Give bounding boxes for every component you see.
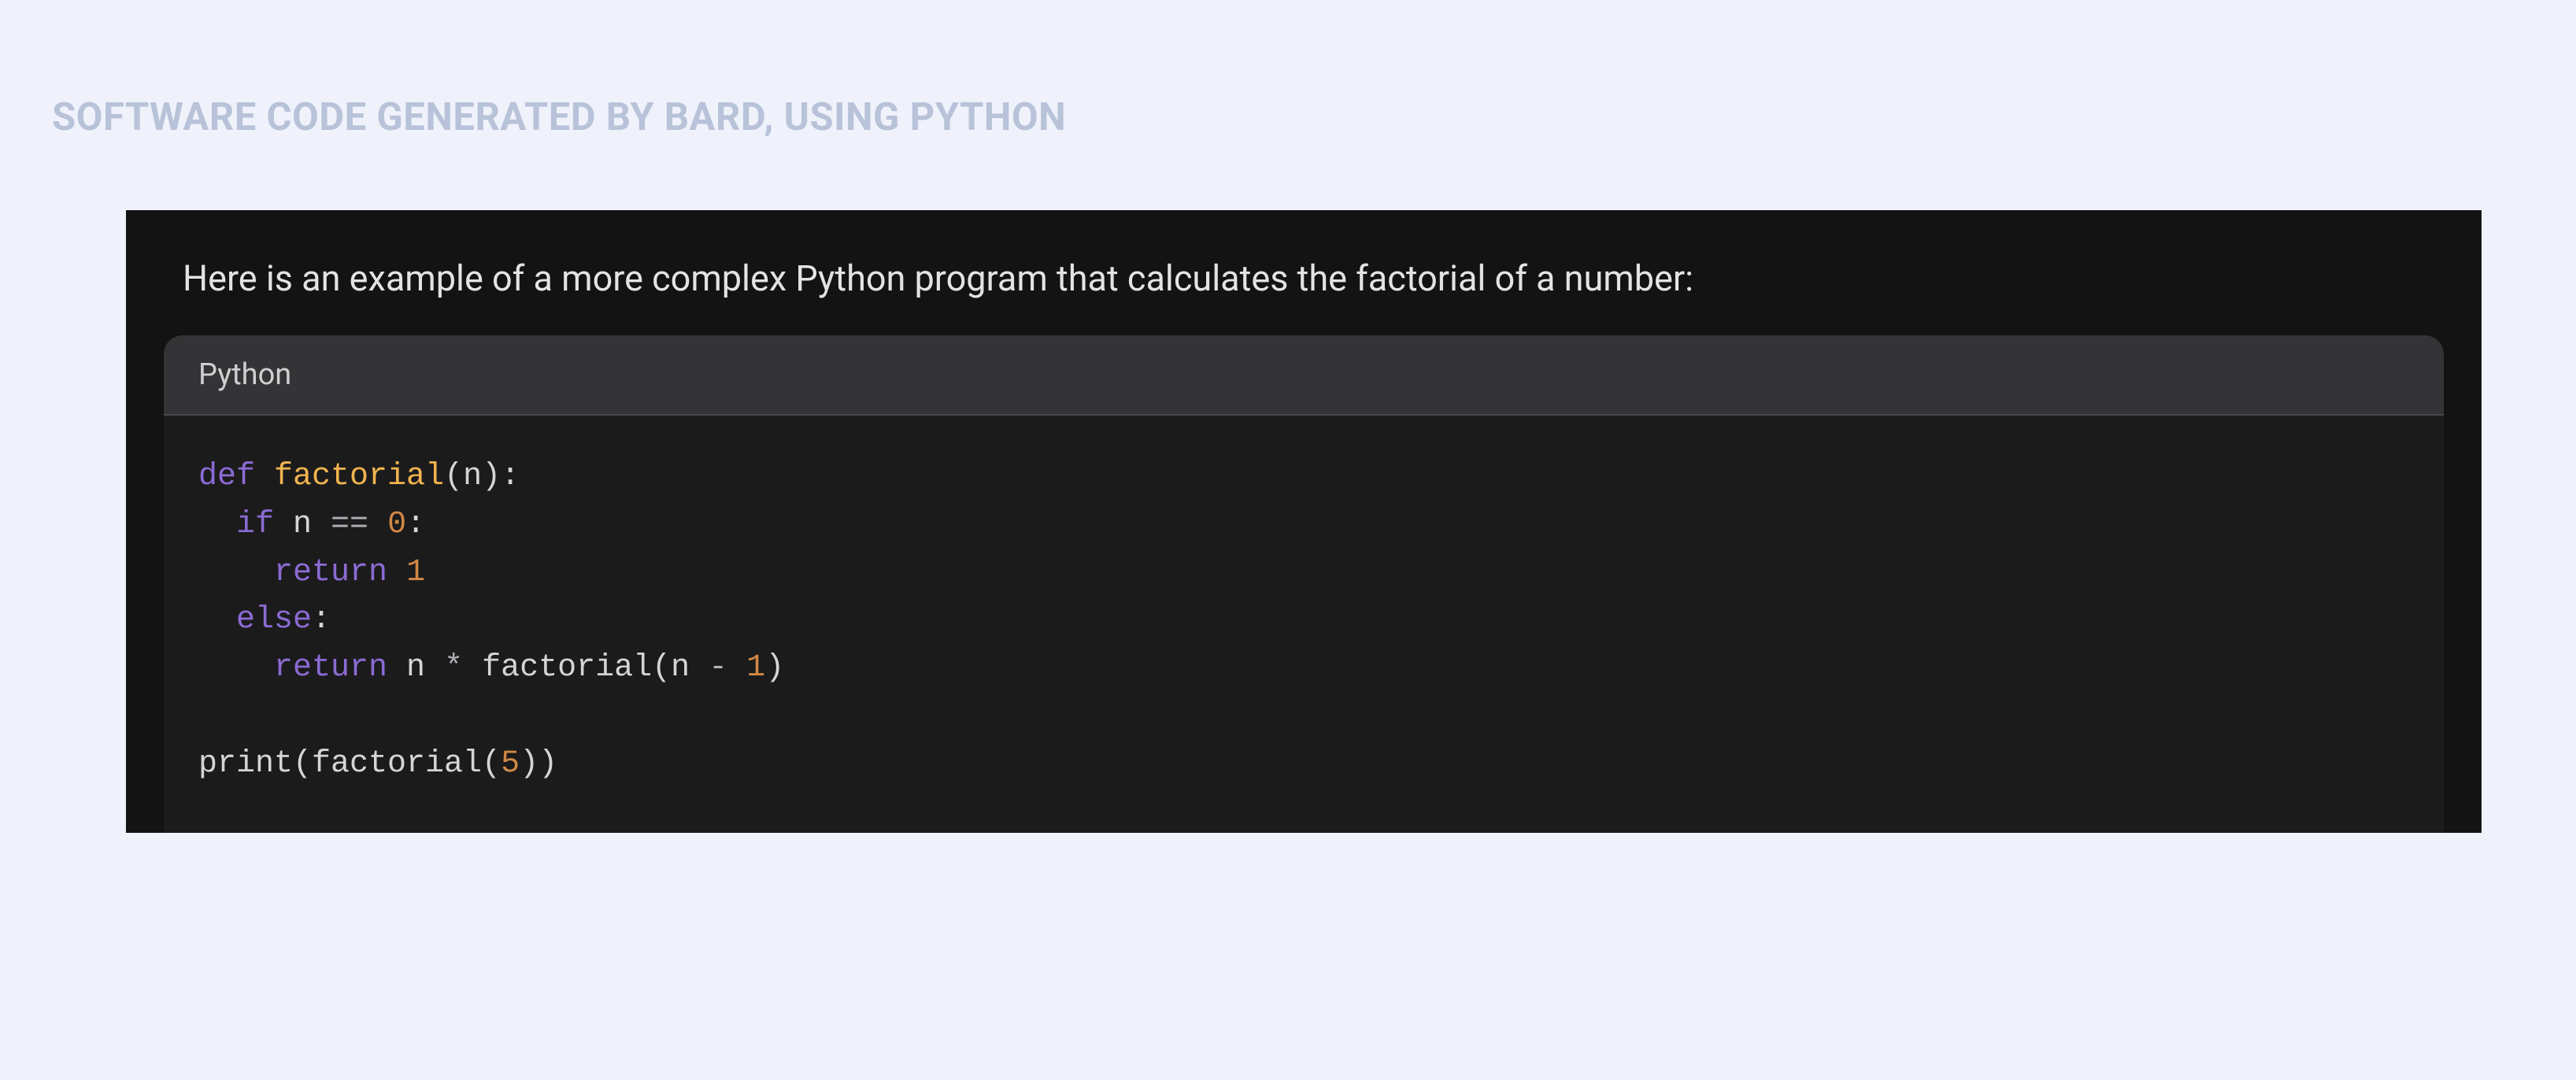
code-token: )) [520,746,557,782]
code-token: factorial(n [463,650,709,686]
code-token [368,507,387,542]
code-token: n [274,507,331,542]
code-token: - [709,650,727,686]
code-token: factorial [274,459,444,494]
code-token [255,459,274,494]
code-token: 1 [746,650,765,686]
code-token: (n): [444,459,520,494]
code-token: ) [765,650,784,686]
code-token: == [331,507,368,542]
chat-intro-text: Here is an example of a more complex Pyt… [126,257,2482,335]
code-language-label: Python [164,335,2444,416]
code-token [727,650,746,686]
code-token: : [406,507,425,542]
code-body: def factorial(n): if n == 0: return 1 el… [164,416,2444,833]
code-token [198,602,236,638]
section-heading: SOFTWARE CODE GENERATED BY BARD, USING P… [52,94,2482,139]
code-token: n [387,650,444,686]
code-token: return [274,650,387,686]
code-token: : [312,602,331,638]
code-token: return [274,555,387,590]
code-token [198,650,274,686]
code-token: else [236,602,312,638]
code-block: Python def factorial(n): if n == 0: retu… [164,335,2444,833]
code-token [198,507,236,542]
screenshot-container: Here is an example of a more complex Pyt… [126,210,2482,833]
code-token: 0 [387,507,406,542]
code-token [387,555,406,590]
code-token: print(factorial( [198,746,501,782]
code-token: if [236,507,274,542]
code-token: * [444,650,463,686]
code-token: def [198,459,255,494]
code-token: 5 [501,746,520,782]
chat-response-panel: Here is an example of a more complex Pyt… [126,210,2482,833]
code-token: 1 [406,555,425,590]
code-token [198,555,274,590]
